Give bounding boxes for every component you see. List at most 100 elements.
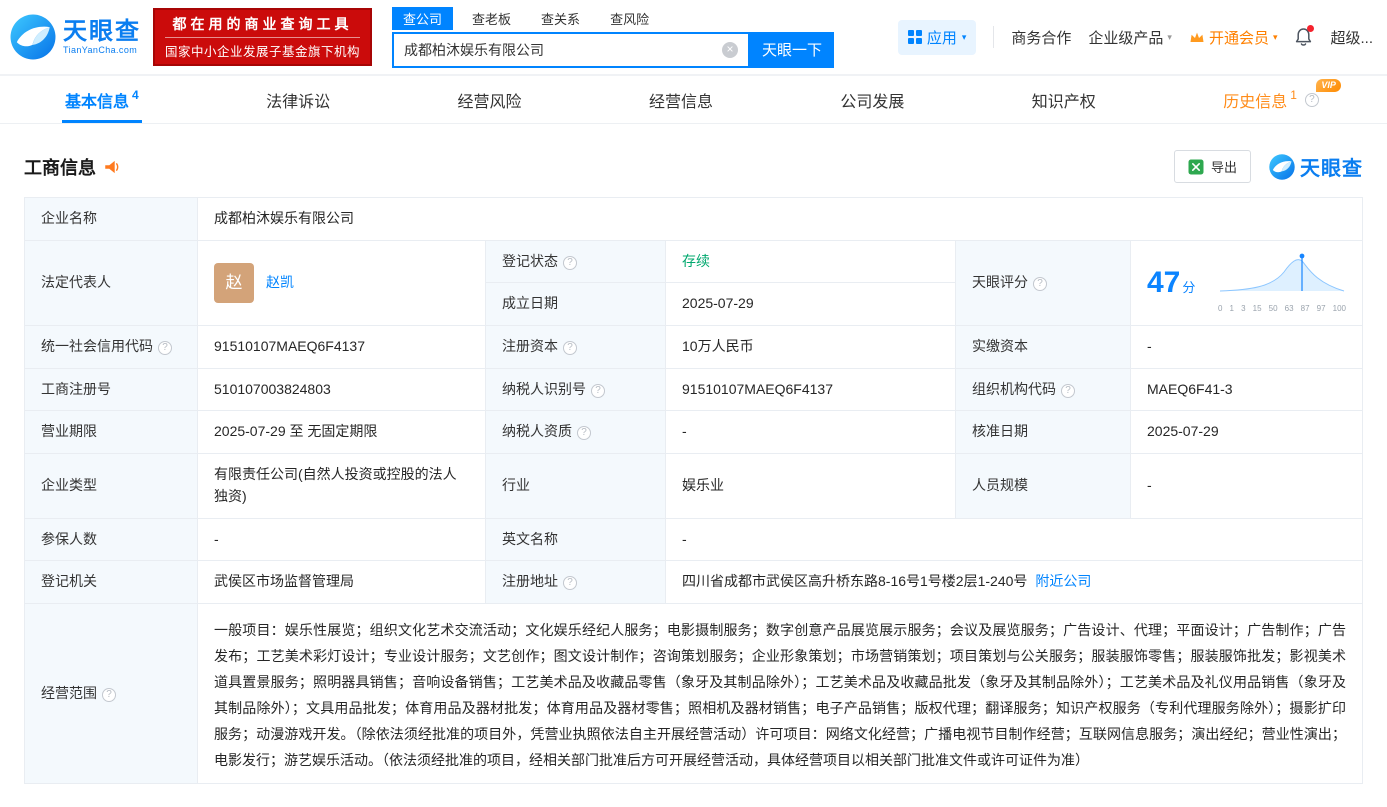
help-icon[interactable]: ? xyxy=(102,687,116,702)
help-icon[interactable]: ? xyxy=(158,341,172,356)
tab-label: 知识产权 xyxy=(1031,93,1096,111)
established-value: 2025-07-29 xyxy=(665,282,956,327)
business-scope-value: 一般项目：娱乐性展览；组织文化艺术交流活动；文化娱乐经纪人服务；电影摄制服务；数… xyxy=(197,602,1363,784)
insured-value: - xyxy=(197,517,486,562)
search-tab-relation[interactable]: 查关系 xyxy=(530,7,591,30)
company-type-label: 企业类型 xyxy=(24,453,198,519)
search-input[interactable] xyxy=(394,41,723,58)
business-term-value: 2025-07-29 至 无固定期限 xyxy=(197,410,486,455)
axis-tick: 1 xyxy=(1229,303,1234,313)
announcement-icon xyxy=(105,160,119,173)
table-row: 法定代表人 赵 赵凯 登记状态? 存续 天眼评分? 47 分 0 1 3 15 … xyxy=(24,239,1363,327)
clear-search-icon[interactable]: × xyxy=(722,41,739,58)
insured-label: 参保人数 xyxy=(24,517,198,562)
field-value-text: - xyxy=(682,423,687,440)
user-menu-label: 超级... xyxy=(1330,29,1373,47)
staff-size-label: 人员规模 xyxy=(955,453,1131,519)
help-icon[interactable]: ? xyxy=(591,383,605,398)
score-axis: 0 1 3 15 50 63 87 97 100 xyxy=(1218,303,1346,315)
field-label-text: 统一社会信用代码 xyxy=(41,338,153,355)
tab-basic-info[interactable]: 基本信息 4 xyxy=(62,76,142,123)
vip-badge: VIP xyxy=(1316,79,1341,92)
notification-bell[interactable] xyxy=(1294,24,1315,48)
field-value-text: - xyxy=(682,530,687,547)
score-wrap: 47 分 0 1 3 15 50 63 87 97 100 xyxy=(1147,251,1346,315)
help-icon[interactable]: ? xyxy=(563,576,577,591)
section-header: 工商信息 导出 天眼查 xyxy=(24,150,1363,183)
crown-icon xyxy=(1190,32,1204,42)
nearby-companies-link[interactable]: 附近公司 xyxy=(1035,573,1091,589)
help-icon[interactable]: ? xyxy=(563,255,577,270)
field-label-text: 企业类型 xyxy=(41,476,97,493)
industry-label: 行业 xyxy=(485,453,666,519)
field-label-text: 成立日期 xyxy=(502,295,558,312)
tab-business-risk[interactable]: 经营风险 xyxy=(455,76,525,123)
help-icon[interactable]: ? xyxy=(1304,92,1319,107)
field-label-text: 核准日期 xyxy=(972,423,1028,440)
avatar[interactable]: 赵 xyxy=(214,262,254,303)
tianyancha-watermark-logo: 天眼查 xyxy=(1269,152,1363,181)
apps-label: 应用 xyxy=(926,29,957,47)
score-number: 47 分 xyxy=(1147,260,1195,307)
field-value-text: 2025-07-29 至 无固定期限 xyxy=(214,423,378,440)
logo-text: 天眼查 TianYanCha.com xyxy=(63,19,141,54)
field-value-text: 四川省成都市武侯区高升桥东路8-16号1号楼2层1-240号 xyxy=(682,573,1028,590)
export-label: 导出 xyxy=(1210,160,1237,175)
field-label-text: 天眼评分 xyxy=(972,274,1028,291)
field-value-text: 91510107MAEQ6F4137 xyxy=(214,338,365,355)
user-menu[interactable]: 超级... xyxy=(1330,27,1373,48)
help-icon[interactable]: ? xyxy=(577,426,591,441)
field-label-text: 法定代表人 xyxy=(41,274,111,291)
tab-intellectual-property[interactable]: 知识产权 xyxy=(1029,76,1099,123)
tab-history-info[interactable]: VIP 历史信息 1 ? xyxy=(1220,76,1341,123)
credit-code-value: 91510107MAEQ6F4137 xyxy=(197,325,486,369)
biz-cooperation-link[interactable]: 商务合作 xyxy=(1011,27,1071,48)
export-button[interactable]: 导出 xyxy=(1173,150,1251,183)
reg-address-value: 四川省成都市武侯区高升桥东路8-16号1号楼2层1-240号 附近公司 xyxy=(665,560,1363,604)
help-icon[interactable]: ? xyxy=(1033,277,1047,292)
score-label: 天眼评分? xyxy=(955,239,1131,327)
table-row: 统一社会信用代码? 91510107MAEQ6F4137 注册资本? 10万人民… xyxy=(24,325,1363,369)
tab-label: 基本信息 xyxy=(65,93,130,111)
legal-rep-value: 赵 赵凯 xyxy=(197,239,486,327)
enterprise-product-link[interactable]: 企业级产品 ▾ xyxy=(1088,27,1172,48)
field-label-text: 纳税人资质 xyxy=(502,423,572,440)
search-button[interactable]: 天眼一下 xyxy=(750,31,835,68)
english-name-value: - xyxy=(665,517,1363,562)
tianyancha-logo[interactable]: 天眼查 TianYanCha.com xyxy=(10,14,141,60)
search-type-tabs: 查公司 查老板 查关系 查风险 xyxy=(392,6,834,30)
search-tab-boss[interactable]: 查老板 xyxy=(461,7,522,30)
field-label-text: 人员规模 xyxy=(972,476,1028,493)
status-badge: 存续 xyxy=(682,252,710,269)
help-icon[interactable]: ? xyxy=(1061,383,1075,398)
taxpayer-id-value: 91510107MAEQ6F4137 xyxy=(665,367,956,412)
field-label-text: 纳税人识别号 xyxy=(502,380,586,397)
tab-company-development[interactable]: 公司发展 xyxy=(837,76,907,123)
table-row: 登记机关 武侯区市场监督管理局 注册地址? 四川省成都市武侯区高升桥东路8-16… xyxy=(24,560,1363,604)
org-code-value: MAEQ6F41-3 xyxy=(1130,367,1363,412)
reg-authority-label: 登记机关 xyxy=(24,560,198,604)
legal-rep-link[interactable]: 赵凯 xyxy=(266,272,294,294)
search-tab-risk[interactable]: 查风险 xyxy=(599,7,660,30)
tab-business-info[interactable]: 经营信息 xyxy=(646,76,716,123)
field-label-text: 行业 xyxy=(502,476,530,493)
open-vip-link[interactable]: 开通会员 ▾ xyxy=(1189,27,1277,48)
apps-button[interactable]: 应用 ▾ xyxy=(897,19,977,55)
business-info-table: 企业名称 成都柏沐娱乐有限公司 法定代表人 赵 赵凯 登记状态? 存续 天眼评分… xyxy=(24,197,1363,784)
field-value-text: 一般项目：娱乐性展览；组织文化艺术交流活动；文化娱乐经纪人服务；电影摄制服务；数… xyxy=(214,621,1346,768)
avatar-char: 赵 xyxy=(225,272,243,292)
field-label-text: 组织机构代码 xyxy=(972,380,1056,397)
org-code-label: 组织机构代码? xyxy=(955,367,1131,412)
search-tab-company[interactable]: 查公司 xyxy=(392,6,454,30)
field-value-text: - xyxy=(1147,338,1152,355)
search-box: × xyxy=(392,31,751,68)
grid-icon xyxy=(907,30,922,44)
field-value-text: 510107003824803 xyxy=(214,380,331,397)
excel-icon xyxy=(1188,159,1204,174)
chevron-down-icon: ▾ xyxy=(1167,31,1172,42)
tab-legal-proceedings[interactable]: 法律诉讼 xyxy=(263,76,333,123)
logo-subtitle: TianYanCha.com xyxy=(63,44,138,55)
help-icon[interactable]: ? xyxy=(563,341,577,356)
section-head-right: 导出 天眼查 xyxy=(1173,150,1363,183)
business-scope-label: 经营范围? xyxy=(24,602,198,784)
